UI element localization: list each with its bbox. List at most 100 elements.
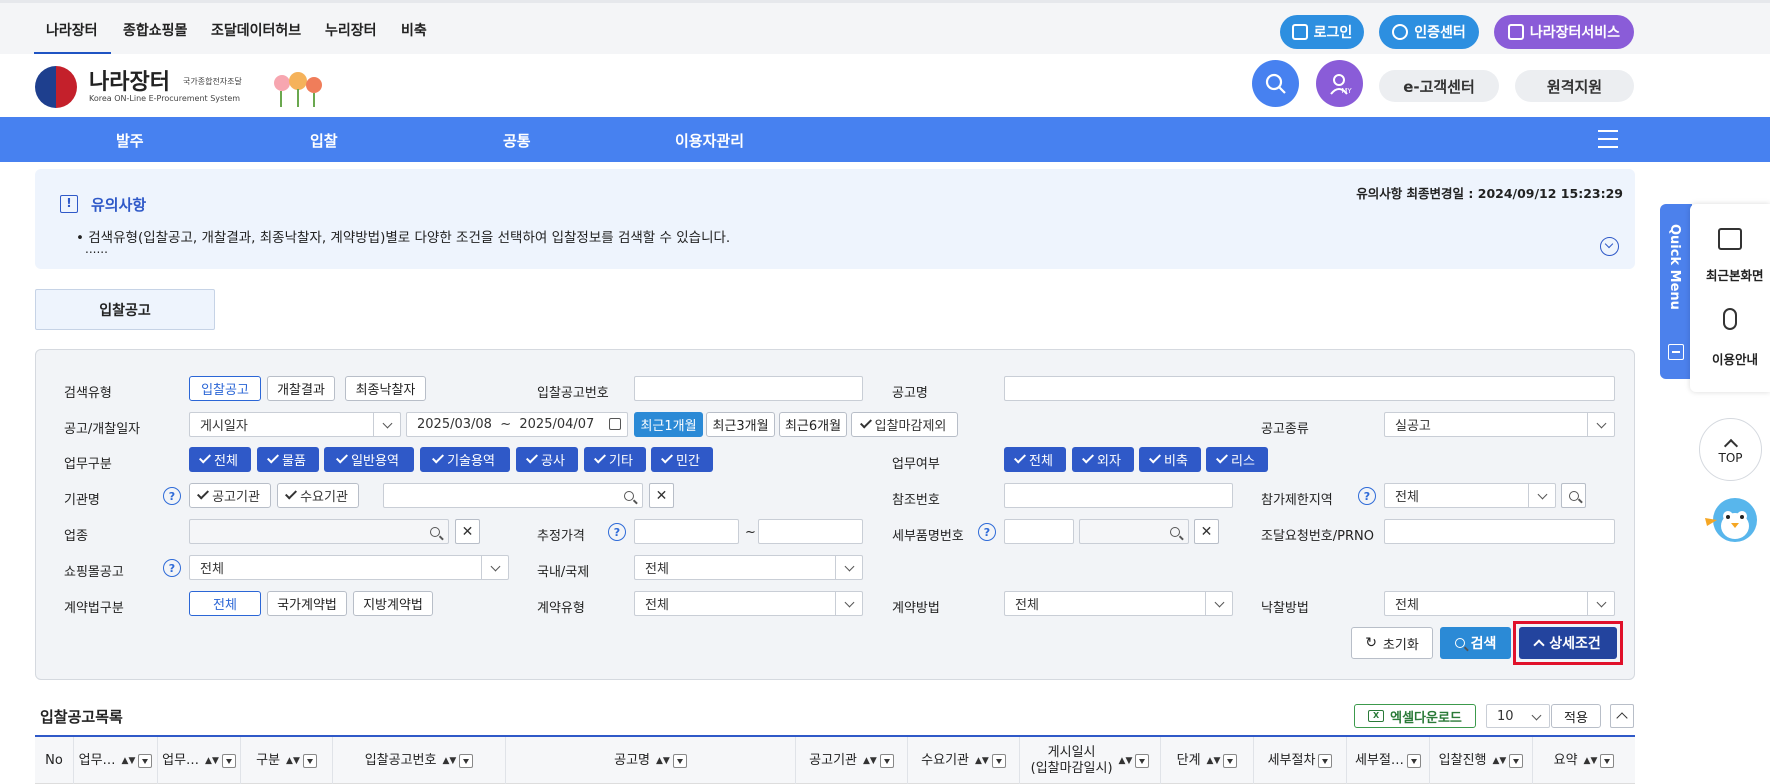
filter-dropdown-icon[interactable] [1223, 753, 1238, 768]
search-button[interactable] [1252, 60, 1299, 107]
col-summary[interactable]: 요약 ▲▼ [1533, 737, 1635, 784]
remote-support-button[interactable]: 원격지원 [1515, 70, 1634, 102]
mall-help-icon[interactable]: ? [163, 559, 181, 577]
filter-dropdown-icon[interactable] [302, 753, 317, 768]
tab-bid-notice[interactable]: 입찰공고 [35, 289, 215, 330]
biz-goods-checkbox[interactable]: 물품 [257, 447, 319, 472]
apply-button[interactable]: 적용 [1551, 704, 1601, 728]
filter-dropdown-icon[interactable] [1318, 753, 1333, 768]
col-demand-org[interactable]: 수요기관 ▲▼ [908, 737, 1020, 784]
expand-notice-icon[interactable] [1600, 237, 1619, 256]
sort-icon[interactable]: ▲▼ [975, 753, 989, 769]
filter-dropdown-icon[interactable] [879, 753, 894, 768]
page-size-select[interactable]: 10 [1486, 704, 1550, 728]
industry-clear-button[interactable]: ✕ [455, 519, 480, 544]
filter-dropdown-icon[interactable] [1135, 753, 1150, 768]
law-all-button[interactable]: 전체 [189, 591, 261, 616]
mascot-bird-icon[interactable] [1703, 490, 1763, 545]
col-no[interactable]: No [35, 737, 74, 784]
detail-clear-button[interactable]: ✕ [1194, 519, 1219, 544]
top-link-shopping[interactable]: 종합쇼핑몰 [123, 20, 187, 40]
sort-icon[interactable]: ▲▼ [1493, 753, 1507, 769]
search-type-bid[interactable]: 입찰공고 [189, 376, 261, 401]
top-link-nara[interactable]: 나라장터 [46, 20, 98, 40]
search-type-opening[interactable]: 개찰결과 [267, 376, 335, 401]
biz-general-service-checkbox[interactable]: 일반용역 [324, 447, 414, 472]
date-type-select[interactable]: 게시일자 [189, 412, 401, 437]
col-title[interactable]: 공고명 ▲▼ [506, 737, 796, 784]
period-1m-button[interactable]: 최근1개월 [634, 412, 703, 437]
detail-conditions-button[interactable]: 상세조건 [1519, 627, 1617, 659]
top-link-datahub[interactable]: 조달데이터허브 [211, 20, 301, 40]
col-biz2[interactable]: 업무… ▲▼ [158, 737, 241, 784]
col-progress[interactable]: 입찰진행 ▲▼ [1430, 737, 1533, 784]
biz-other-checkbox[interactable]: 기타 [584, 447, 646, 472]
org-clear-button[interactable]: ✕ [649, 483, 674, 508]
filter-dropdown-icon[interactable] [1406, 753, 1421, 768]
recent-screen-link[interactable]: 최근본화면 [1706, 265, 1764, 284]
filter-dropdown-icon[interactable] [1600, 753, 1615, 768]
col-detail-proc2[interactable]: 세부절… [1347, 737, 1430, 784]
sort-icon[interactable]: ▲▼ [442, 753, 456, 769]
price-from-input[interactable] [634, 519, 739, 544]
nav-item-users[interactable]: 이용자관리 [675, 130, 744, 151]
region-help-icon[interactable]: ? [1358, 487, 1376, 505]
bizyn-all-checkbox[interactable]: 전체 [1004, 447, 1066, 472]
detail-no-input[interactable] [1004, 519, 1074, 544]
calendar-icon[interactable] [609, 418, 621, 430]
search-submit-button[interactable]: 검색 [1440, 627, 1511, 659]
org-notice-checkbox[interactable]: 공고기관 [189, 483, 271, 508]
biz-construction-checkbox[interactable]: 공사 [516, 447, 578, 472]
col-posted[interactable]: 게시일시 (입찰마감일시) ▲▼ [1020, 737, 1161, 784]
org-search-icon[interactable] [624, 490, 634, 505]
filter-dropdown-icon[interactable] [672, 753, 687, 768]
top-link-stockpile[interactable]: 비축 [401, 20, 427, 40]
bizyn-stockpile-checkbox[interactable]: 비축 [1139, 447, 1201, 472]
filter-dropdown-icon[interactable] [138, 753, 153, 768]
org-input[interactable] [383, 483, 643, 508]
region-select[interactable]: 전체 [1384, 483, 1556, 508]
date-range-input[interactable]: 2025/03/08 ~ 2025/04/07 [406, 412, 628, 437]
guide-link[interactable]: 이용안내 [1712, 349, 1758, 368]
bizyn-lease-checkbox[interactable]: 리스 [1206, 447, 1268, 472]
nav-item-order[interactable]: 발주 [116, 130, 144, 151]
period-6m-button[interactable]: 최근6개월 [779, 412, 847, 437]
filter-dropdown-icon[interactable] [991, 753, 1006, 768]
login-button[interactable]: 로그인 [1280, 15, 1364, 49]
filter-dropdown-icon[interactable] [459, 753, 474, 768]
biz-all-checkbox[interactable]: 전체 [189, 447, 251, 472]
contract-method-select[interactable]: 전체 [1004, 591, 1233, 616]
sort-icon[interactable]: ▲▼ [656, 753, 670, 769]
domestic-select[interactable]: 전체 [634, 555, 863, 580]
sort-icon[interactable]: ▲▼ [286, 753, 300, 769]
quick-menu-tab[interactable]: Quick Menu [1660, 204, 1692, 379]
mall-select[interactable]: 전체 [189, 555, 509, 580]
law-national-button[interactable]: 국가계약법 [267, 591, 347, 616]
nav-item-common[interactable]: 공통 [503, 130, 531, 151]
bid-no-input[interactable] [634, 376, 863, 401]
scroll-top-button[interactable]: TOP [1699, 418, 1762, 481]
collapse-icon[interactable] [1668, 344, 1684, 360]
col-detail-proc[interactable]: 세부절차 [1254, 737, 1347, 784]
filter-dropdown-icon[interactable] [1509, 753, 1524, 768]
biz-private-checkbox[interactable]: 민간 [651, 447, 713, 472]
title-input[interactable] [1004, 376, 1615, 401]
sort-icon[interactable]: ▲▼ [1119, 753, 1133, 769]
sort-icon[interactable]: ▲▼ [122, 753, 136, 769]
biz-tech-service-checkbox[interactable]: 기술용역 [420, 447, 510, 472]
contract-type-select[interactable]: 전체 [634, 591, 863, 616]
col-type[interactable]: 구분 ▲▼ [241, 737, 333, 784]
price-help-icon[interactable]: ? [608, 523, 626, 541]
ref-input[interactable] [1004, 483, 1233, 508]
industry-input[interactable] [189, 519, 449, 544]
reset-button[interactable]: ↻ 초기화 [1351, 627, 1433, 659]
filter-dropdown-icon[interactable] [221, 753, 236, 768]
nav-item-bid[interactable]: 입찰 [310, 130, 338, 151]
excel-download-button[interactable]: X 엑셀다운로드 [1354, 704, 1476, 728]
region-search-button[interactable] [1561, 483, 1586, 508]
cert-center-button[interactable]: 인증센터 [1379, 15, 1479, 49]
period-3m-button[interactable]: 최근3개월 [706, 412, 775, 437]
search-type-final[interactable]: 최종낙찰자 [345, 376, 426, 401]
col-notice-org[interactable]: 공고기관 ▲▼ [796, 737, 908, 784]
kind-select[interactable]: 실공고 [1384, 412, 1615, 437]
